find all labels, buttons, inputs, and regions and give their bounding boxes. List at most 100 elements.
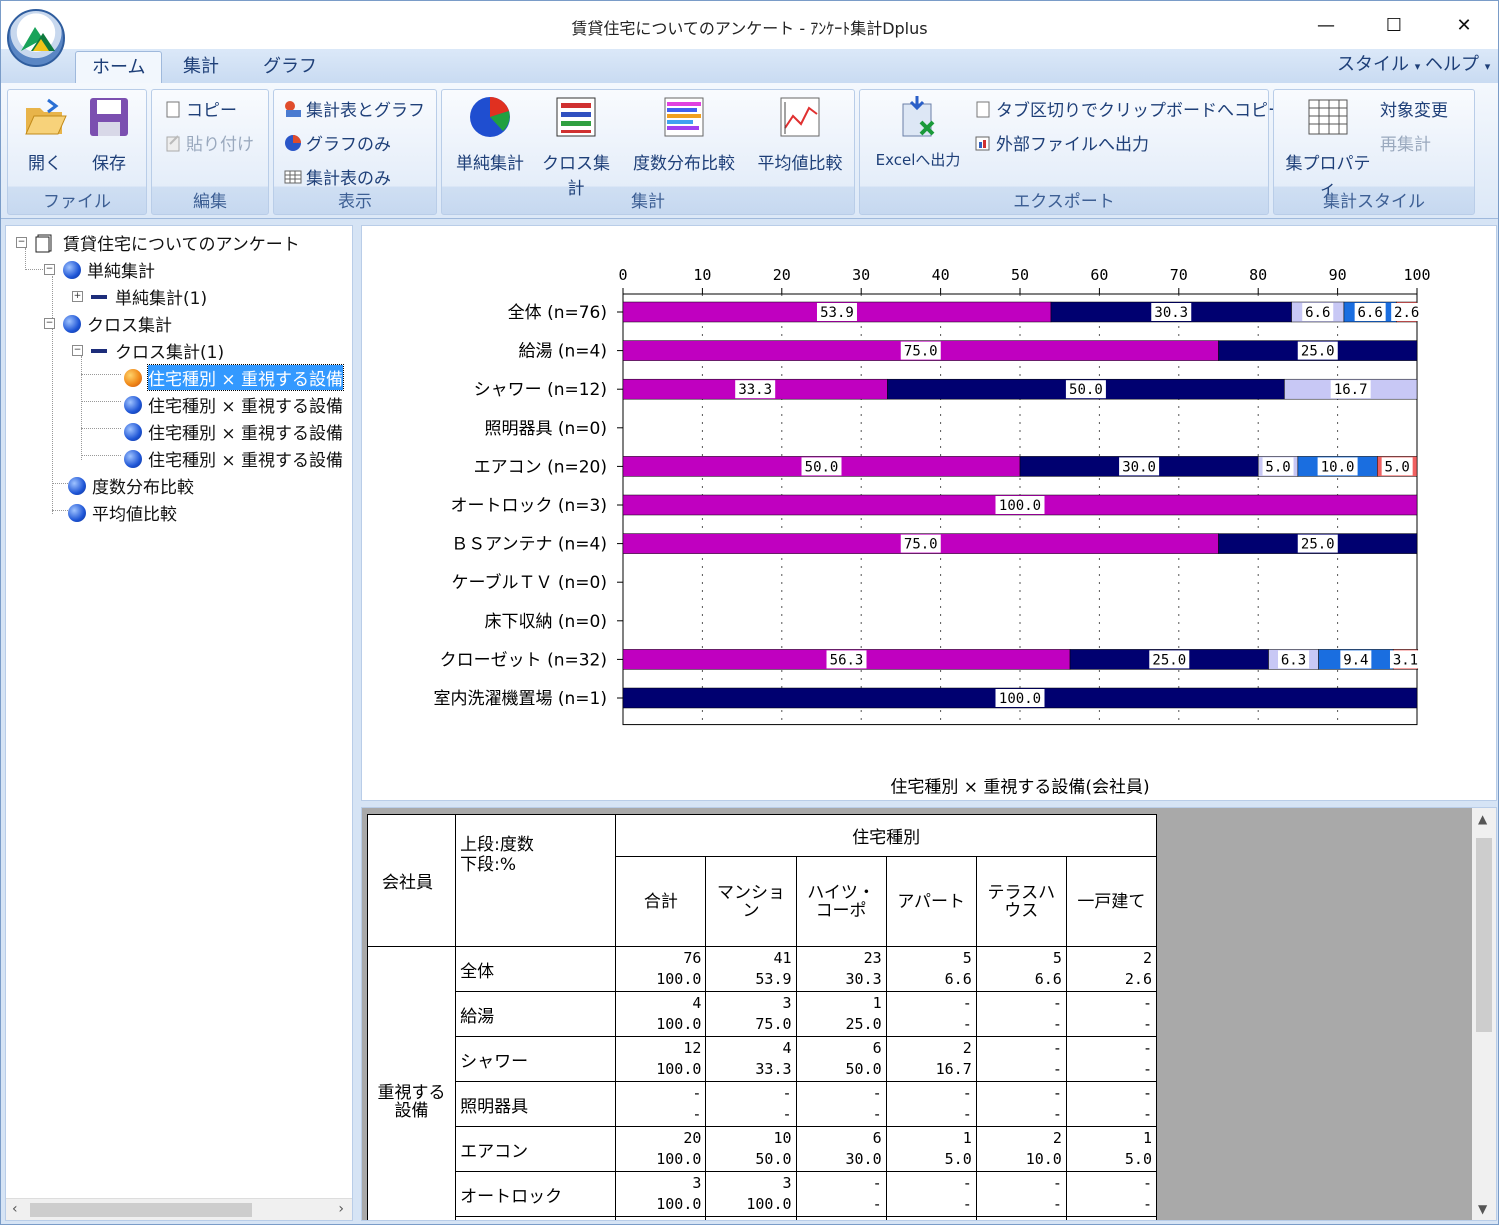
tab-aggregate[interactable]: 集計: [167, 51, 235, 83]
frequency-compare-button[interactable]: 度数分布比較: [622, 94, 746, 174]
chevron-up-icon[interactable]: ▲: [1478, 812, 1487, 826]
cross-table-icon: [556, 97, 596, 137]
cell-percent: -: [872, 1105, 882, 1123]
cell-count: 2: [962, 1039, 972, 1057]
table-and-graph-button[interactable]: 集計表とグラフ: [284, 96, 425, 121]
excel-export-button[interactable]: Excelへ出力: [866, 94, 970, 170]
table-cell: 12 100.0: [615, 1036, 707, 1082]
data-label: 6.3: [1281, 652, 1306, 668]
chevron-right-icon[interactable]: ›: [338, 1201, 344, 1217]
cell-count: -: [1142, 1174, 1152, 1192]
open-button[interactable]: 開く: [20, 94, 70, 174]
tree-horizontal-scrollbar[interactable]: ‹ ›: [6, 1198, 352, 1220]
tree-item[interactable]: 住宅種別 × 重視する設備: [124, 419, 343, 444]
cell-percent: 50.0: [755, 1150, 792, 1168]
cell-count: 1: [872, 994, 882, 1012]
copy-icon: [976, 101, 990, 117]
collapse-icon[interactable]: −: [44, 318, 55, 329]
corner-note-count: 上段:度数: [460, 835, 534, 855]
tree-simple-aggregate[interactable]: − 単純集計: [44, 257, 155, 282]
table-cell: --: [885, 1171, 977, 1217]
category-label: ＢＳアンテナ (n=4): [451, 535, 607, 555]
cell-percent: 16.7: [935, 1060, 972, 1078]
group-style-label: 集計スタイル: [1323, 192, 1425, 212]
minimize-button[interactable]: —: [1303, 9, 1349, 41]
cell-percent: 2.6: [1124, 970, 1152, 988]
scroll-thumb[interactable]: [1476, 838, 1492, 1032]
table-cell: --: [615, 1081, 707, 1127]
cell-count: 1: [962, 1129, 972, 1147]
change-target-button[interactable]: 対象変更: [1380, 96, 1448, 121]
cell-percent: 10.0: [1025, 1150, 1062, 1168]
tab-home[interactable]: ホーム: [75, 51, 163, 83]
x-tick-label: 10: [693, 266, 711, 284]
row-label: 全体: [455, 946, 617, 992]
table-vertical-scrollbar[interactable]: ▲ ▼: [1472, 808, 1496, 1220]
cell-count: -: [782, 1084, 792, 1102]
cross-aggregate-button[interactable]: クロス集計: [534, 94, 618, 199]
cell-percent: 50.0: [845, 1060, 882, 1078]
simple-aggregate-button[interactable]: 単純集計: [448, 94, 532, 174]
tree-item[interactable]: 住宅種別 × 重視する設備: [124, 392, 343, 417]
cell-count: -: [962, 1084, 972, 1102]
cell-count: 3: [692, 1174, 702, 1192]
property-button[interactable]: 集プロパティ: [1280, 94, 1376, 199]
table-cell: 1 5.0: [1065, 1126, 1158, 1172]
style-menu[interactable]: スタイル ▾: [1337, 51, 1420, 81]
cell-percent: -: [1052, 1195, 1062, 1213]
copy-button[interactable]: コピー: [164, 96, 237, 121]
table-cell: --: [795, 1171, 887, 1217]
category-label: 床下収納 (n=0): [484, 612, 607, 632]
clipboard-copy-button[interactable]: タブ区切りでクリップボードへコピー: [974, 96, 1285, 121]
tree-root[interactable]: − 賃貸住宅についてのアンケート: [16, 230, 300, 255]
chart-pane: 0 10 20 30 40 50 60 70 80 90 100 全体 (n=76) 53.9 30.3 6…: [361, 225, 1497, 801]
cell-percent: 75.0: [755, 1015, 792, 1033]
collapse-icon[interactable]: −: [16, 237, 27, 248]
cell-count: 23: [863, 949, 882, 967]
app-logo-icon[interactable]: [7, 9, 65, 67]
cell-count: 4: [782, 1039, 792, 1057]
cell-count: 12: [683, 1039, 702, 1057]
sphere-icon: [68, 476, 86, 495]
tree-item[interactable]: 住宅種別 × 重視する設備: [124, 446, 343, 471]
cell-count: 6: [872, 1039, 882, 1057]
reaggregate-button[interactable]: 再集計: [1380, 130, 1431, 155]
help-menu[interactable]: ヘルプ ▾: [1425, 51, 1490, 81]
cell-percent: 6.6: [1034, 970, 1062, 988]
tree-cross-aggregate-label: クロス集計: [87, 316, 172, 336]
table-cell: 3 100.0: [615, 1171, 707, 1217]
table-cell: 3 100.0: [705, 1171, 797, 1217]
sphere-icon: [124, 395, 142, 414]
tree-cross-aggregate[interactable]: − クロス集計: [44, 311, 172, 336]
expand-icon[interactable]: +: [72, 291, 83, 302]
tab-graph[interactable]: グラフ: [247, 51, 333, 83]
tree-item-selected[interactable]: 住宅種別 × 重視する設備: [124, 364, 345, 391]
external-file-button[interactable]: 外部ファイルへ出力: [974, 130, 1149, 155]
graph-only-button[interactable]: グラフのみ: [284, 130, 391, 155]
category-label: ケーブルＴＶ (n=0): [452, 572, 607, 593]
tree-mean-compare[interactable]: 平均値比較: [68, 500, 177, 525]
cell-percent: -: [872, 1195, 882, 1213]
table-only-button[interactable]: 集計表のみ: [284, 164, 391, 189]
tree-frequency-compare[interactable]: 度数分布比較: [68, 473, 194, 498]
row-label: エアコン: [455, 1126, 617, 1172]
chevron-down-icon[interactable]: ▼: [1478, 1202, 1487, 1216]
tree-simple-aggregate-1[interactable]: + 単純集計(1): [72, 284, 207, 309]
data-label: 53.9: [820, 305, 854, 321]
paste-button[interactable]: 貼り付け: [164, 130, 254, 155]
cell-percent: 6.6: [944, 970, 972, 988]
cell-percent: 100.0: [656, 1060, 702, 1078]
tree-cross-aggregate-1[interactable]: − クロス集計(1): [72, 338, 224, 363]
scroll-thumb[interactable]: [30, 1203, 252, 1217]
collapse-icon[interactable]: −: [72, 345, 83, 356]
collapse-icon[interactable]: −: [44, 264, 55, 275]
save-button[interactable]: 保存: [84, 94, 134, 174]
cell-percent: -: [1142, 1015, 1152, 1033]
data-label: 75.0: [904, 537, 938, 553]
maximize-button[interactable]: ☐: [1371, 9, 1417, 41]
navigation-tree: − 賃貸住宅についてのアンケート − 単純集計 + 単純集計(1) − クロス集計 − ク…: [5, 225, 353, 1221]
mean-compare-button[interactable]: 平均値比較: [750, 94, 850, 174]
corner-respondent: 会社員: [366, 814, 457, 947]
close-button[interactable]: ✕: [1441, 9, 1487, 41]
chevron-left-icon[interactable]: ‹: [12, 1201, 18, 1217]
